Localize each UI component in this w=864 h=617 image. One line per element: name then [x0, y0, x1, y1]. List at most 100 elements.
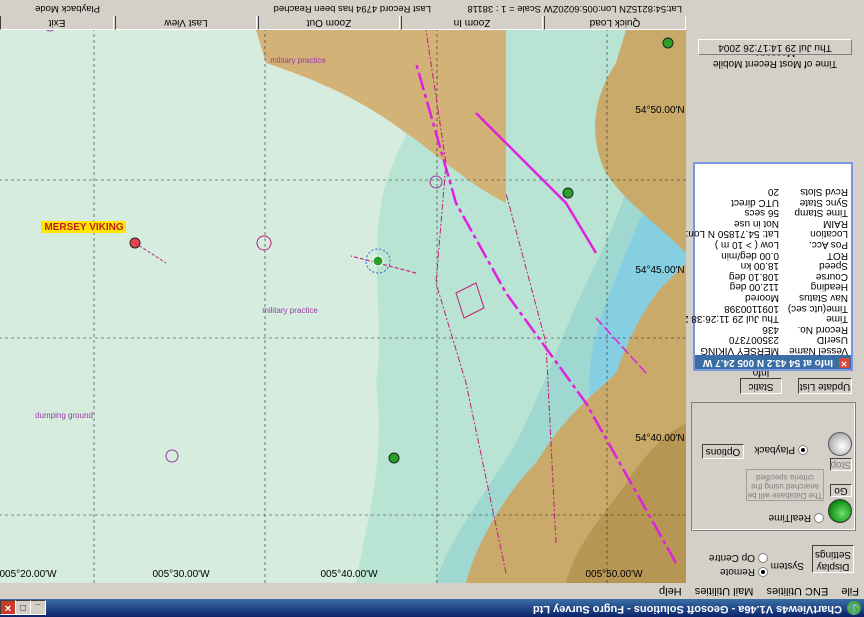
info-row: Time Stamp 56 secs [695, 207, 851, 218]
menu-enc-utilities[interactable]: ENC Utilities [761, 585, 833, 599]
status-record: Last Record 4794 has been Reached [273, 3, 431, 14]
info-value: Low ( > 10 m ) [714, 239, 779, 251]
info-row: Sync State UTC direct [695, 196, 851, 208]
info-value: 0.00 deg/min [721, 249, 779, 261]
info-value: 108.10 deg [728, 270, 779, 282]
info-row: Record No. 436 [695, 323, 851, 335]
info-key: Time [826, 313, 848, 325]
lat-label-3: 54°50.00'N [635, 105, 684, 116]
recent-message-value: Thu Jul 29 14:17:26 2004 [698, 39, 852, 55]
info-row: Pos Acc. Low ( > 10 m ) [695, 238, 851, 251]
info-row: Time(utc sec) 1091100398 [695, 302, 851, 314]
vessel-label: MERSEY VIKING [44, 222, 123, 233]
control-panel: Display Settings System Remote Op Centre… [635, 30, 864, 583]
info-value: 235007370 [728, 334, 779, 346]
playback-note: The Database will be searched using the … [746, 469, 824, 501]
info-key: Rcvd Slots [800, 186, 848, 198]
info-key: Sync State [799, 196, 848, 208]
menu-mail-utilities[interactable]: Mail Utilities [690, 585, 759, 599]
title-bar: ⚓ ChartView4s V1.46a - Geosoft Solutions… [0, 599, 864, 617]
info-row: Heading 112.00 deg [695, 281, 851, 292]
info-value: 18.00 kn [740, 260, 779, 272]
lat-label-1: 54°40.00'N [635, 433, 684, 444]
window-title: ChartView4s V1.46a - Geosoft Solutions -… [532, 603, 842, 615]
menu-bar: File ENC Utilities Mail Utilities Help [0, 582, 864, 599]
last-view-button[interactable]: Last View [115, 15, 257, 30]
area-label-military-2: military practice [270, 56, 326, 65]
status-bar: Lat:54:8215ZN Lon:005:6020ZW Scale = 1 :… [0, 0, 686, 16]
close-button[interactable]: ✕ [0, 600, 16, 615]
info-key: Course [815, 270, 848, 282]
status-coords: Lat:54:8215ZN Lon:005:6020ZW Scale = 1 :… [467, 3, 682, 14]
stop-button-wrap: Stop [828, 432, 852, 471]
static-info-button[interactable]: Static Info [740, 367, 782, 394]
info-row: RAIM Not in use [695, 217, 851, 229]
info-key: ROT [826, 249, 848, 261]
radio-dot [758, 552, 768, 563]
quick-load-button[interactable]: Quick Load [544, 15, 686, 30]
info-key: Pos Acc. [809, 239, 848, 251]
info-row: UserID 235007370 [695, 334, 851, 345]
radio-dot [758, 566, 768, 577]
info-row: Nav Status Moored [695, 291, 851, 304]
stop-light-icon[interactable] [828, 432, 852, 456]
lon-label-2: 005°30.00'W [152, 569, 210, 580]
lat-label-2: 54°45.00'N [635, 265, 684, 276]
info-value: MERSEY VIKING [700, 345, 779, 356]
stop-button[interactable]: Stop [830, 458, 852, 471]
info-key: RAIM [823, 217, 848, 229]
close-icon[interactable]: ✕ [839, 358, 849, 368]
lon-label-4: 005°50.00'W [585, 569, 643, 580]
info-value: 112.00 deg [729, 281, 779, 293]
info-row: Time Thu Jul 29 11:26:38 2004 [666, 313, 851, 325]
info-row: Rcvd Slots 20 [695, 186, 851, 197]
info-value: 56 secs [744, 207, 779, 219]
zoom-out-button[interactable]: Zoom Out [258, 15, 400, 30]
info-row: Location Lat: 54.71850 N Lon: 5.41143 W [635, 228, 851, 240]
system-label: System [770, 560, 804, 571]
info-value: 436 [762, 323, 779, 335]
zoom-in-button[interactable]: Zoom In [401, 15, 543, 30]
info-row: Speed 18.00 kn [695, 260, 851, 271]
info-value: Not in use [733, 217, 779, 229]
playback-radio[interactable]: Playback [754, 444, 808, 455]
menu-help[interactable]: Help [654, 585, 687, 599]
info-value: 1091100398 [724, 302, 779, 314]
info-key: Time(utc sec) [787, 302, 848, 314]
go-button-wrap: Go [828, 484, 852, 523]
status-mode: Playback Mode [35, 3, 100, 14]
info-value: Moored [745, 292, 779, 304]
info-row: Vessel Name MERSEY VIKING [695, 344, 851, 356]
info-key: Heading [810, 281, 848, 293]
info-key: Record No. [797, 323, 848, 335]
info-rows: Vessel Name MERSEY VIKING UserID 235007370 R… [635, 186, 851, 356]
display-settings-button[interactable]: Display Settings [812, 545, 854, 573]
go-button[interactable]: Go [830, 484, 852, 497]
minimize-button[interactable]: _ [30, 600, 46, 615]
chart-map[interactable]: MERSEY VIKING 54°40.00'N 54°45.00'N 54°5… [0, 30, 686, 583]
op-centre-radio[interactable]: Op Centre [709, 552, 768, 563]
info-key: Location [810, 228, 848, 240]
info-key: Vessel Name [789, 345, 848, 356]
info-row: Course 108.10 deg [695, 270, 851, 282]
exit-button[interactable]: Exit [0, 15, 114, 30]
lon-label-1: 005°20.00'W [0, 569, 57, 580]
vessel-info-window: Info at 54 43.2 N 005 24.7 W ✕ Vessel Na… [635, 162, 853, 371]
info-key: Time Stamp [794, 207, 848, 219]
vessel-label-group: MERSEY VIKING [41, 221, 126, 233]
chart-canvas[interactable]: MERSEY VIKING 54°40.00'N 54°45.00'N 54°5… [0, 30, 686, 583]
area-label-dumping: dumping ground [35, 411, 93, 420]
lon-label-3: 005°40.00'W [320, 569, 378, 580]
area-label-military-1: military practice [262, 306, 318, 315]
app-icon: ⚓ [847, 601, 861, 615]
radio-dot [798, 444, 808, 455]
menu-file[interactable]: File [836, 585, 864, 599]
radio-dot [814, 512, 824, 523]
realtime-radio[interactable]: RealTime [769, 512, 824, 523]
maximize-button[interactable]: □ [15, 600, 31, 615]
update-list-button[interactable]: Update List [798, 378, 852, 394]
options-button[interactable]: Options [702, 444, 744, 459]
go-light-icon[interactable] [828, 499, 852, 523]
remote-radio[interactable]: Remote [720, 566, 768, 577]
info-value: UTC direct [731, 196, 779, 208]
